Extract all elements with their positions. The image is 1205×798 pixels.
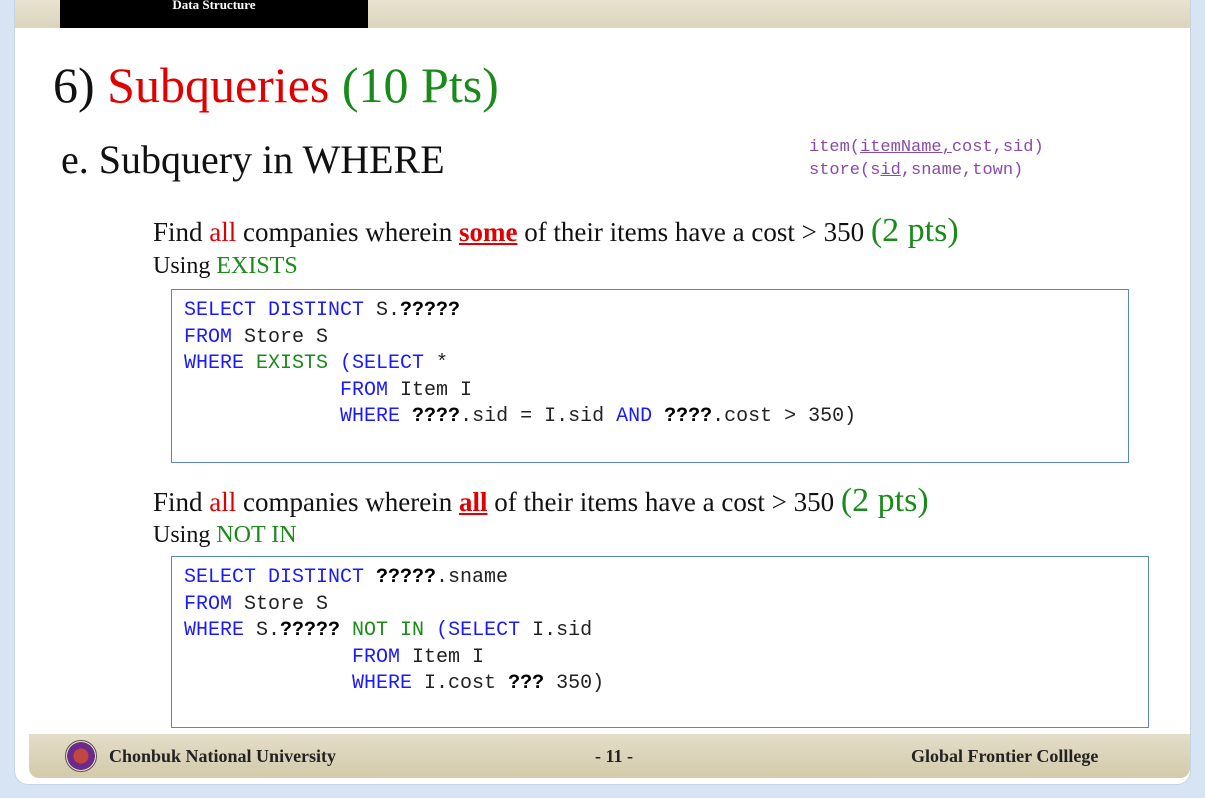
footer-college: Global Frontier Colllege xyxy=(911,746,1099,766)
slide-title: 6) Subqueries (10 Pts) xyxy=(53,60,499,110)
footer-university: Chonbuk National University xyxy=(109,746,337,766)
code-block-2: SELECT DISTINCT ?????.sname FROM Store S… xyxy=(171,556,1149,728)
code-line: WHERE ????.sid = I.sid AND ????.cost > 3… xyxy=(340,405,857,428)
course-tab: Data Structure xyxy=(60,0,368,28)
title-number: 6) xyxy=(53,57,95,113)
question-1-method: Using EXISTS xyxy=(153,253,298,279)
code-line: FROM Item I xyxy=(340,378,473,402)
footer-page-number: - 11 - xyxy=(595,746,633,766)
code-line: SELECT DISTINCT ?????.sname xyxy=(184,566,509,589)
question-2-method: Using NOT IN xyxy=(153,522,297,548)
code-line: WHERE I.cost ??? 350) xyxy=(352,672,605,695)
question-1: Find all companies wherein some of their… xyxy=(153,212,959,249)
schema-item: item(itemName,cost,sid) xyxy=(809,138,1044,157)
code-block-1: SELECT DISTINCT S.????? FROM Store S WHE… xyxy=(171,289,1129,463)
slide-subtitle: e. Subquery in WHERE xyxy=(61,137,445,182)
slide-footer: Chonbuk National University - 11 - Globa… xyxy=(29,734,1190,778)
code-line: WHERE S.????? NOT IN (SELECT I.sid xyxy=(184,619,593,642)
question-2: Find all companies wherein all of their … xyxy=(153,482,929,519)
code-line: FROM Store S xyxy=(184,592,329,616)
code-line: FROM Item I xyxy=(352,645,485,669)
university-logo-icon xyxy=(65,740,97,772)
course-label: Data Structure xyxy=(172,0,256,12)
title-main: Subqueries xyxy=(107,57,330,113)
slide: Data Structure 6) Subqueries (10 Pts) e.… xyxy=(14,0,1191,785)
question-1-points: (2 pts) xyxy=(870,212,959,249)
code-line: FROM Store S xyxy=(184,325,329,349)
schema-store: store(sid,sname,town) xyxy=(809,161,1024,180)
code-line: WHERE EXISTS (SELECT * xyxy=(184,352,449,375)
code-line: SELECT DISTINCT S.????? xyxy=(184,299,461,322)
title-points: (10 Pts) xyxy=(341,57,499,113)
question-2-points: (2 pts) xyxy=(840,482,929,519)
schema-box: item(itemName,cost,sid) store(sid,sname,… xyxy=(809,136,1044,182)
